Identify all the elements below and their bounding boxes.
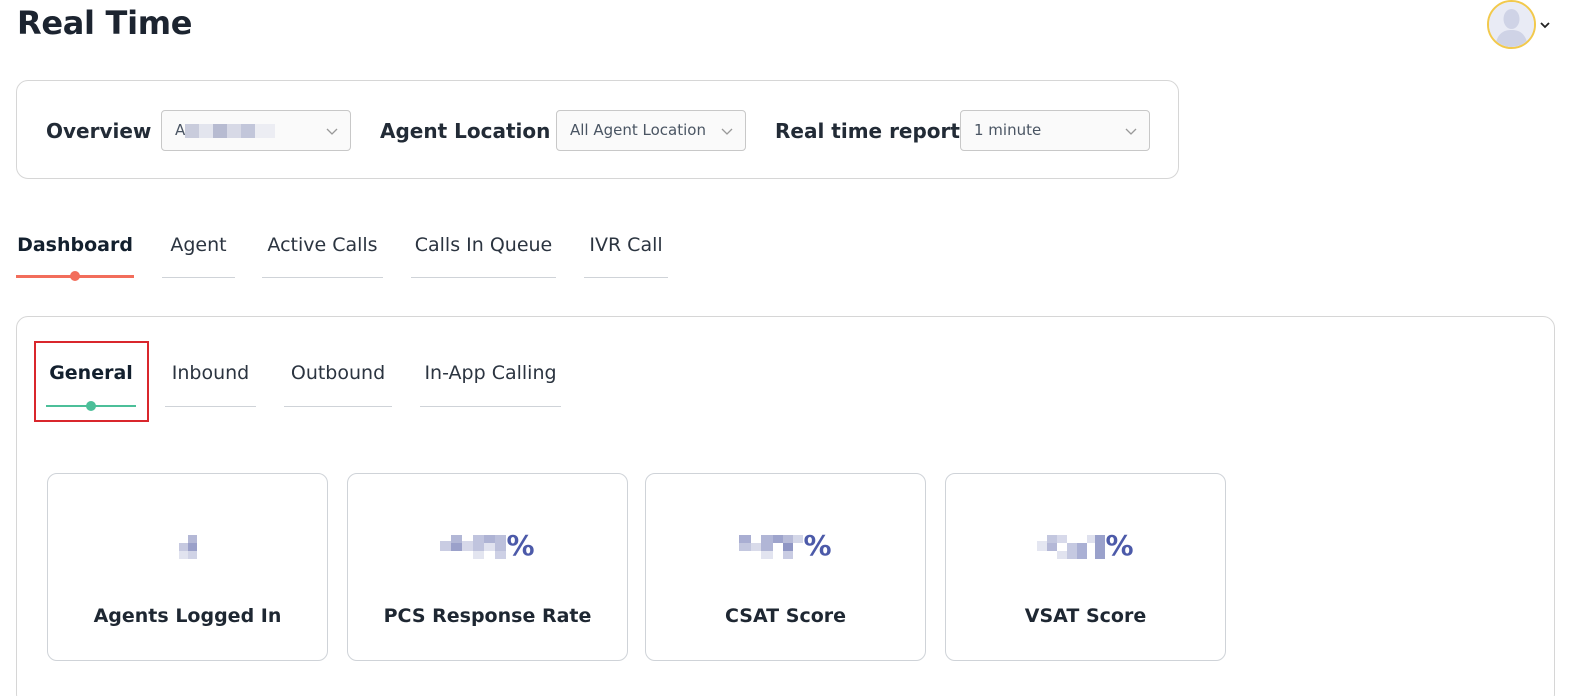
agent-location-select-value: All Agent Location [570,121,706,139]
subtab-label: Inbound [171,362,250,384]
metric-label: CSAT Score [724,605,847,627]
tab-agent[interactable]: Agent [162,234,235,278]
user-menu[interactable] [1487,0,1552,49]
user-avatar-icon[interactable] [1487,0,1536,49]
chevron-down-icon [1125,128,1137,135]
metric-suffix: % [803,529,832,562]
tab-active-calls[interactable]: Active Calls [262,234,383,278]
agent-location-select[interactable]: All Agent Location [556,110,746,151]
metric-card-csat-score: % CSAT Score [645,473,926,661]
tab-ivr-call[interactable]: IVR Call [584,234,668,278]
subtab-in-app-calling[interactable]: In-App Calling [420,362,561,407]
redacted-text [185,123,276,138]
tab-label: Calls In Queue [414,234,553,256]
active-subtab-dot [86,401,96,411]
agent-location-label: Agent Location [380,119,551,143]
metric-value: % [946,530,1225,562]
metric-value: % [646,530,925,562]
subtab-label: Outbound [290,362,386,384]
redacted-value [1037,535,1106,559]
chevron-down-icon [721,128,733,135]
redacted-value [178,535,197,559]
realtime-report-select-value: 1 minute [974,121,1042,139]
metric-label: VSAT Score [1024,605,1147,627]
tab-label: IVR Call [589,234,663,256]
metric-label: PCS Response Rate [383,605,592,627]
metric-suffix: % [1105,529,1134,562]
metric-suffix: % [506,529,535,562]
redacted-value [440,535,507,559]
subtab-label: In-App Calling [424,362,557,384]
tab-dashboard[interactable]: Dashboard [16,234,134,281]
metric-card-vsat-score: % VSAT Score [945,473,1226,661]
metric-value [48,530,327,562]
chevron-down-icon[interactable] [1538,18,1552,32]
metric-card-pcs-response-rate: % PCS Response Rate [347,473,628,661]
tab-label: Dashboard [17,234,133,256]
subtab-label: General [49,362,133,384]
overview-label: Overview [46,119,152,143]
overview-select[interactable]: A [161,110,351,151]
tab-label: Agent [170,234,227,256]
chevron-down-icon [326,128,338,135]
filter-panel: Overview A Agent Location All Agent Loca… [16,80,1179,179]
tab-label: Active Calls [267,234,378,256]
subtab-outbound[interactable]: Outbound [284,362,392,407]
realtime-report-label: Real time report [775,119,960,143]
metric-card-agents-logged-in: Agents Logged In [47,473,328,661]
tab-calls-in-queue[interactable]: Calls In Queue [411,234,556,278]
realtime-report-select[interactable]: 1 minute [960,110,1150,151]
metric-value: % [348,530,627,562]
redacted-value [739,535,804,559]
active-tab-dot [70,271,80,281]
subtab-inbound[interactable]: Inbound [165,362,256,407]
subtab-general[interactable]: General [46,362,136,411]
overview-select-value: A [175,121,186,139]
page-title: Real Time [17,4,193,42]
metric-label: Agents Logged In [93,605,282,627]
